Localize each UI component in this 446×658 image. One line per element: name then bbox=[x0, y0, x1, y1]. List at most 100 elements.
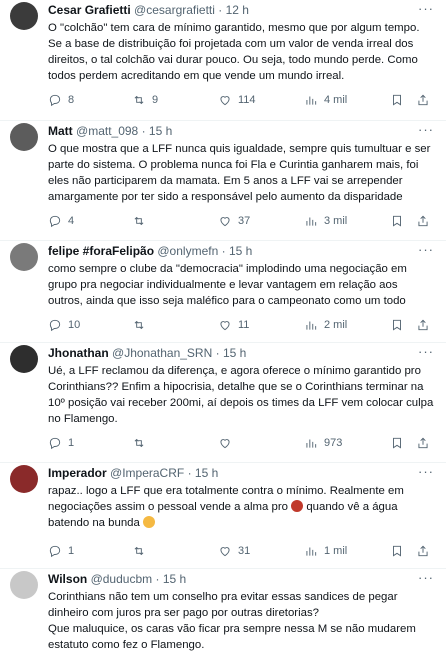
views-count: 4 mil bbox=[324, 94, 348, 106]
tweet-text: O que mostra que a LFF nunca quis iguald… bbox=[48, 143, 431, 203]
avatar[interactable] bbox=[10, 243, 38, 271]
retweet-icon bbox=[134, 216, 144, 226]
more-icon[interactable]: ··· bbox=[418, 464, 434, 479]
timestamp[interactable]: 15 h bbox=[229, 244, 252, 258]
action-bar: 10 11 2 mil bbox=[48, 317, 434, 333]
avatar[interactable] bbox=[10, 345, 38, 373]
author-name[interactable]: Jhonathan bbox=[48, 346, 109, 360]
retweet-icon bbox=[134, 95, 144, 105]
author-name[interactable]: Wilson bbox=[48, 572, 87, 586]
views-button[interactable]: 1 mil bbox=[304, 543, 347, 559]
views-button[interactable]: 4 mil bbox=[304, 92, 347, 108]
reply-icon bbox=[49, 215, 61, 228]
tweet[interactable]: Matt @matt_098 · 15 h ··· O que mostra q… bbox=[0, 120, 446, 238]
bookmark-button[interactable] bbox=[390, 92, 404, 108]
reply-button[interactable]: 1 bbox=[48, 435, 74, 451]
avatar[interactable] bbox=[10, 2, 38, 30]
like-button[interactable]: 11 bbox=[218, 317, 249, 333]
views-button[interactable]: 3 mil bbox=[304, 213, 347, 229]
separator-dot: · bbox=[141, 124, 146, 138]
more-icon[interactable]: ··· bbox=[418, 122, 434, 137]
views-button[interactable]: 973 bbox=[304, 435, 342, 451]
more-icon[interactable]: ··· bbox=[418, 344, 434, 359]
share-icon bbox=[418, 437, 428, 449]
author-handle[interactable]: @duducbm bbox=[91, 572, 153, 586]
share-icon bbox=[418, 94, 428, 106]
share-button[interactable] bbox=[416, 92, 430, 108]
timestamp[interactable]: 15 h bbox=[223, 346, 246, 360]
author-handle[interactable]: @matt_098 bbox=[76, 124, 138, 138]
like-icon bbox=[220, 217, 230, 227]
tweet-header: Cesar Grafietti @cesargrafietti · 12 h bbox=[48, 3, 412, 18]
separator-dot: · bbox=[187, 466, 192, 480]
author-handle[interactable]: @Jhonathan_SRN bbox=[112, 346, 212, 360]
reply-button[interactable]: 10 bbox=[48, 317, 80, 333]
reply-button[interactable]: 8 bbox=[48, 92, 74, 108]
retweet-button[interactable] bbox=[132, 543, 152, 559]
reply-count: 10 bbox=[68, 319, 81, 331]
like-button[interactable]: 114 bbox=[218, 92, 256, 108]
action-bar: 1 31 1 mil bbox=[48, 543, 434, 559]
retweet-icon bbox=[134, 320, 144, 330]
reply-count: 1 bbox=[68, 437, 75, 449]
author-name[interactable]: felipe #foraFelipão bbox=[48, 244, 154, 258]
author-name[interactable]: Cesar Grafietti bbox=[48, 3, 131, 17]
like-icon bbox=[220, 96, 230, 106]
bookmark-button[interactable] bbox=[390, 213, 404, 229]
author-handle[interactable]: @ImperaCRF bbox=[110, 466, 184, 480]
more-icon[interactable]: ··· bbox=[418, 242, 434, 257]
views-button[interactable]: 2 mil bbox=[304, 317, 347, 333]
separator-dot: · bbox=[221, 244, 226, 258]
tweet-text: Corinthians não tem um conselho pra evit… bbox=[48, 591, 416, 651]
separator-dot: · bbox=[155, 572, 160, 586]
like-icon bbox=[220, 547, 230, 557]
like-button[interactable]: 37 bbox=[218, 213, 250, 229]
author-name[interactable]: Matt bbox=[48, 124, 73, 138]
share-icon bbox=[418, 545, 428, 557]
author-handle[interactable]: @cesargrafietti bbox=[134, 3, 215, 17]
timestamp[interactable]: 12 h bbox=[226, 3, 249, 17]
timestamp[interactable]: 15 h bbox=[163, 572, 186, 586]
views-icon bbox=[306, 217, 317, 226]
views-count: 1 mil bbox=[324, 545, 348, 557]
avatar[interactable] bbox=[10, 571, 38, 599]
views-count: 3 mil bbox=[324, 215, 348, 227]
tweet-header: Imperador @ImperaCRF · 15 h bbox=[48, 466, 412, 481]
retweet-count: 9 bbox=[152, 94, 159, 106]
retweet-button[interactable]: 9 bbox=[132, 92, 158, 108]
reply-button[interactable]: 1 bbox=[48, 543, 74, 559]
more-icon[interactable]: ··· bbox=[418, 570, 434, 585]
bookmark-button[interactable] bbox=[390, 435, 404, 451]
views-icon bbox=[306, 439, 317, 448]
avatar[interactable] bbox=[10, 465, 38, 493]
reply-count: 8 bbox=[68, 94, 75, 106]
timestamp[interactable]: 15 h bbox=[195, 466, 218, 480]
tweet[interactable]: Wilson @duducbm · 15 h ··· Corinthians n… bbox=[0, 568, 446, 658]
share-button[interactable] bbox=[416, 213, 430, 229]
share-button[interactable] bbox=[416, 543, 430, 559]
like-button[interactable]: 31 bbox=[218, 543, 250, 559]
like-count: 11 bbox=[238, 319, 250, 331]
tweet[interactable]: Jhonathan @Jhonathan_SRN · 15 h ··· Ué, … bbox=[0, 342, 446, 460]
tweet[interactable]: Cesar Grafietti @cesargrafietti · 12 h ·… bbox=[0, 0, 446, 118]
like-button[interactable] bbox=[218, 435, 238, 451]
retweet-button[interactable] bbox=[132, 213, 152, 229]
avatar[interactable] bbox=[10, 123, 38, 151]
share-button[interactable] bbox=[416, 317, 430, 333]
like-count: 37 bbox=[238, 215, 251, 227]
share-button[interactable] bbox=[416, 435, 430, 451]
tweet-text: como sempre o clube da "democracia" impl… bbox=[48, 263, 407, 307]
author-handle[interactable]: @onlymefn bbox=[157, 244, 218, 258]
tweet-header: Wilson @duducbm · 15 h bbox=[48, 572, 412, 587]
retweet-button[interactable] bbox=[132, 317, 152, 333]
reply-button[interactable]: 4 bbox=[48, 213, 74, 229]
timestamp[interactable]: 15 h bbox=[149, 124, 172, 138]
bookmark-button[interactable] bbox=[390, 317, 404, 333]
tweet[interactable]: Imperador @ImperaCRF · 15 h ··· rapaz.. … bbox=[0, 462, 446, 566]
like-icon bbox=[220, 439, 230, 449]
bookmark-button[interactable] bbox=[390, 543, 404, 559]
tweet[interactable]: felipe #foraFelipão @onlymefn · 15 h ···… bbox=[0, 240, 446, 340]
author-name[interactable]: Imperador bbox=[48, 466, 107, 480]
more-icon[interactable]: ··· bbox=[418, 1, 434, 16]
retweet-button[interactable] bbox=[132, 435, 152, 451]
